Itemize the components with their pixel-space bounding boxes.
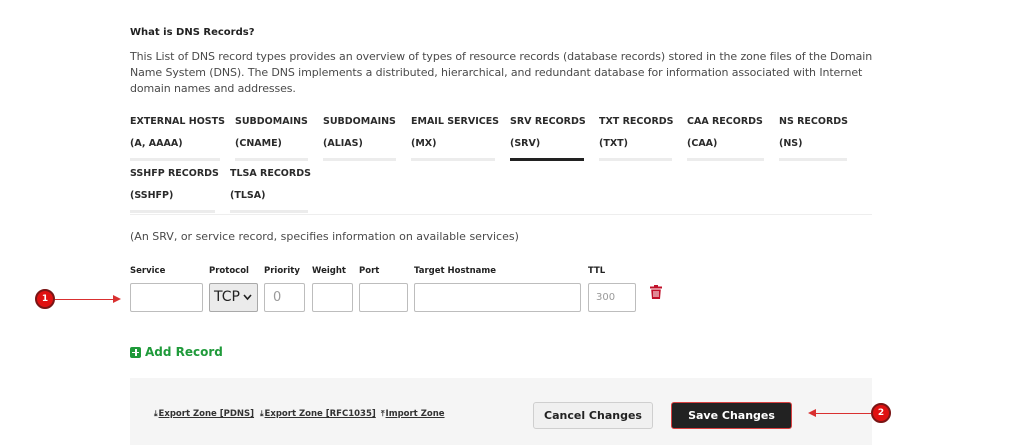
dns-info-heading: What is DNS Records? xyxy=(130,27,255,38)
tab-label: SUBDOMAINS xyxy=(235,116,308,127)
annotation-marker-2: 2 xyxy=(871,403,891,423)
tab-subdomains-alias[interactable]: SUBDOMAINS (ALIAS) xyxy=(323,116,396,149)
tab-indicator xyxy=(323,158,396,161)
tab-indicator xyxy=(230,210,308,213)
tab-sub: (CNAME) xyxy=(235,138,282,149)
annotation-arrowhead-1 xyxy=(113,295,121,303)
tab-label: SSHFP RECORDS xyxy=(130,168,219,179)
priority-input[interactable]: 0 xyxy=(264,283,305,312)
upload-icon: ⤒ xyxy=(381,409,385,418)
col-weight-label: Weight xyxy=(312,266,346,276)
service-input[interactable] xyxy=(130,283,203,312)
tab-indicator xyxy=(130,158,220,161)
tab-label: NS RECORDS xyxy=(779,116,848,127)
tab-indicator-active xyxy=(510,158,584,161)
protocol-select[interactable]: TCP xyxy=(209,283,258,312)
tab-label: EXTERNAL HOSTS xyxy=(130,116,225,127)
tab-sub: (ALIAS) xyxy=(323,138,363,149)
tab-label: TXT RECORDS xyxy=(599,116,674,127)
tab-label: CAA RECORDS xyxy=(687,116,763,127)
annotation-marker-1: 1 xyxy=(35,289,55,309)
trash-icon[interactable] xyxy=(650,284,662,299)
dns-info-description: This List of DNS record types provides a… xyxy=(130,50,873,95)
tab-sub: (TXT) xyxy=(599,138,628,149)
tab-label: TLSA RECORDS xyxy=(230,168,311,179)
tab-tlsa-records[interactable]: TLSA RECORDS (TLSA) xyxy=(230,168,311,201)
tab-external-hosts[interactable]: EXTERNAL HOSTS (A, AAAA) xyxy=(130,116,225,149)
port-input[interactable] xyxy=(359,283,408,312)
weight-input[interactable] xyxy=(312,283,353,312)
col-ttl-label: TTL xyxy=(588,266,606,276)
tab-email-services[interactable]: EMAIL SERVICES (MX) xyxy=(411,116,499,149)
tab-srv-records[interactable]: SRV RECORDS (SRV) xyxy=(510,116,586,149)
download-icon: ⤓ xyxy=(260,409,264,418)
export-pdns-label: Export Zone [PDNS] xyxy=(158,409,255,419)
tab-indicator xyxy=(411,158,495,161)
tab-sub: (A, AAAA) xyxy=(130,138,183,149)
import-zone-link[interactable]: ⤒Import Zone xyxy=(381,409,445,419)
tab-sshfp-records[interactable]: SSHFP RECORDS (SSHFP) xyxy=(130,168,219,201)
export-zone-rfc-link[interactable]: ⤓Export Zone [RFC1035] xyxy=(260,409,376,419)
col-priority-label: Priority xyxy=(264,266,300,276)
tab-sub: (SRV) xyxy=(510,138,541,149)
tab-indicator xyxy=(779,158,847,161)
annotation-arrow-2 xyxy=(815,413,871,414)
tab-indicator xyxy=(235,158,308,161)
cancel-changes-button[interactable]: Cancel Changes xyxy=(533,402,653,429)
tab-sub: (CAA) xyxy=(687,138,718,149)
chevron-down-icon xyxy=(243,284,252,323)
tab-indicator xyxy=(687,158,764,161)
tab-label: SUBDOMAINS xyxy=(323,116,396,127)
tab-sub: (TLSA) xyxy=(230,190,266,201)
tab-sub: (MX) xyxy=(411,138,437,149)
tab-indicator xyxy=(599,158,672,161)
protocol-value: TCP xyxy=(214,289,240,305)
download-icon: ⤓ xyxy=(154,409,158,418)
col-target-label: Target Hostname xyxy=(414,266,496,276)
annotation-arrow-1 xyxy=(55,299,115,300)
srv-description: (An SRV, or service record, specifies in… xyxy=(130,230,519,243)
tabs-divider xyxy=(130,214,872,215)
export-zone-pdns-link[interactable]: ⤓Export Zone [PDNS] xyxy=(154,409,254,419)
plus-square-icon xyxy=(130,346,141,358)
tab-label: SRV RECORDS xyxy=(510,116,586,127)
export-rfc-label: Export Zone [RFC1035] xyxy=(264,409,376,419)
col-service-label: Service xyxy=(130,266,166,276)
tab-caa-records[interactable]: CAA RECORDS (CAA) xyxy=(687,116,763,149)
col-port-label: Port xyxy=(359,266,380,276)
tab-sub: (NS) xyxy=(779,138,803,149)
tab-sub: (SSHFP) xyxy=(130,190,174,201)
target-hostname-input[interactable] xyxy=(414,283,581,312)
tab-ns-records[interactable]: NS RECORDS (NS) xyxy=(779,116,848,149)
add-record-button[interactable]: Add Record xyxy=(130,345,223,359)
tab-txt-records[interactable]: TXT RECORDS (TXT) xyxy=(599,116,674,149)
add-record-label: Add Record xyxy=(145,345,223,359)
col-protocol-label: Protocol xyxy=(209,266,249,276)
tab-indicator xyxy=(130,210,215,213)
ttl-input[interactable]: 300 xyxy=(588,283,636,312)
import-label: Import Zone xyxy=(385,409,445,419)
tab-label: EMAIL SERVICES xyxy=(411,116,500,127)
save-changes-button[interactable]: Save Changes xyxy=(671,402,792,429)
tab-subdomains-cname[interactable]: SUBDOMAINS (CNAME) xyxy=(235,116,308,149)
